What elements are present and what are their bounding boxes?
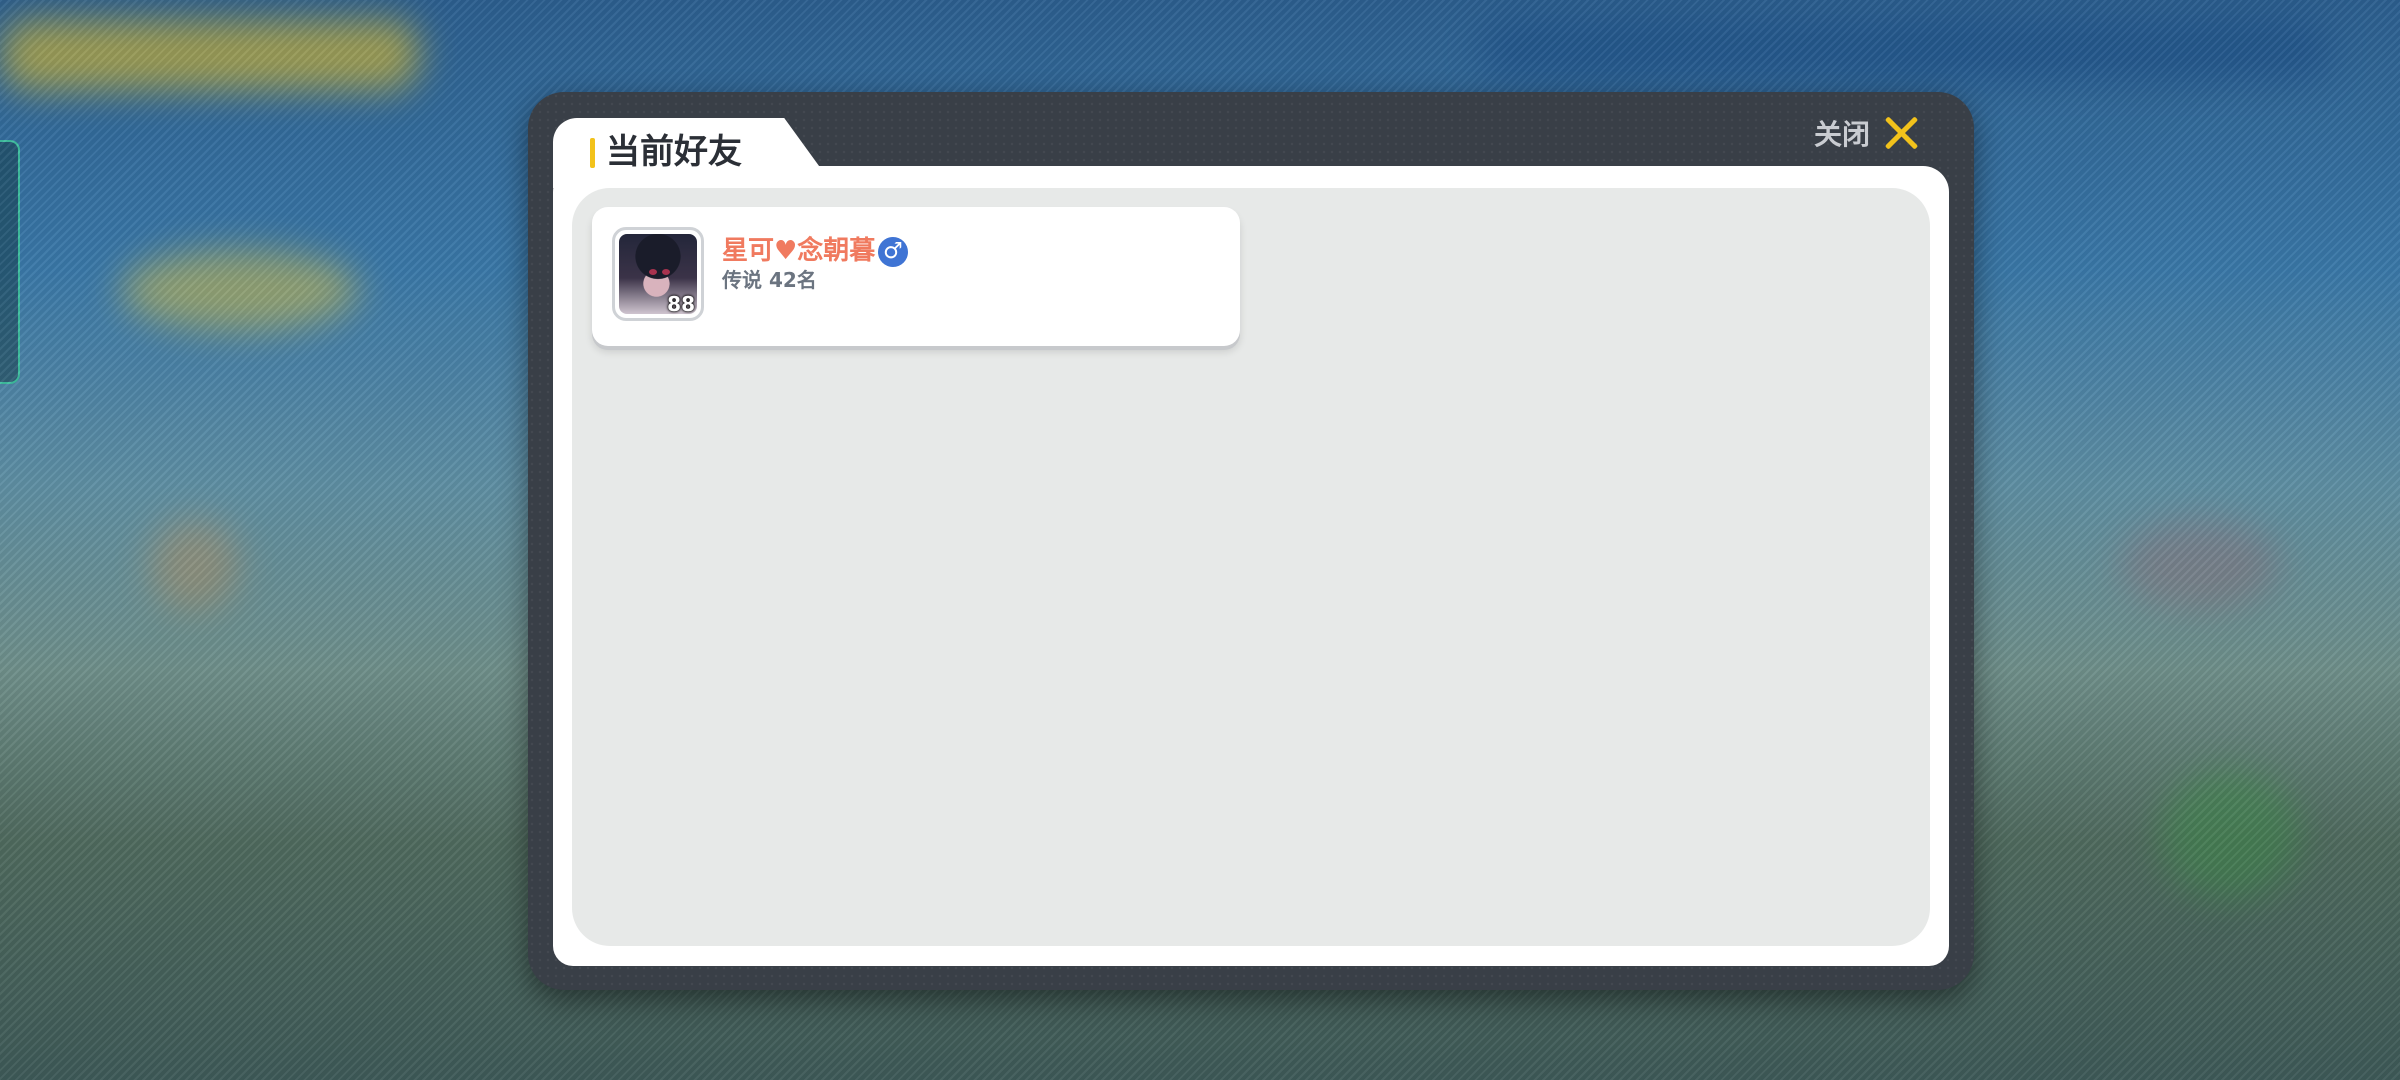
male-icon: ♂ <box>878 237 908 267</box>
tab-title: 当前好友 <box>606 132 742 172</box>
background-blur-item-right <box>2120 520 2280 610</box>
friend-name: 星可♥念朝暮 <box>722 236 876 266</box>
friend-rank: 传说 42名 <box>722 268 817 292</box>
background-blur-item <box>150 520 240 610</box>
tab-accent-bar <box>590 138 595 168</box>
background-blur-plant <box>2160 770 2300 900</box>
background-blur-button <box>120 250 360 330</box>
close-icon <box>1884 116 1918 150</box>
close-label: 关闭 <box>1814 118 1871 151</box>
background-side-panel <box>0 140 20 384</box>
background-blur-topbar <box>1480 20 2330 80</box>
close-button[interactable]: 关闭 <box>1814 108 1918 158</box>
level-badge: 88 <box>667 292 695 316</box>
background-blur-banner <box>0 20 420 90</box>
friend-card[interactable]: 88 星可♥念朝暮 ♂ 传说 42名 <box>592 207 1240 346</box>
avatar[interactable]: 88 <box>612 227 704 321</box>
